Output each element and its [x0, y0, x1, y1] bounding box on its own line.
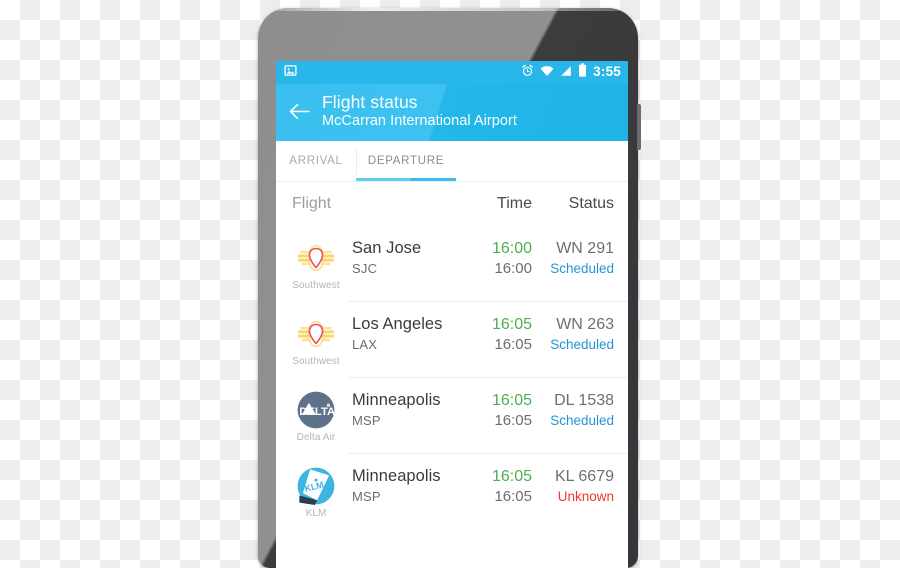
time-scheduled: 16:05 — [491, 392, 532, 409]
time-scheduled: 16:05 — [491, 316, 532, 333]
column-header-time: Time — [497, 195, 532, 212]
destination-cell: Los Angeles LAX — [348, 313, 458, 354]
destination-cell: San Jose SJC — [348, 237, 458, 278]
tab-departure-label: DEPARTURE — [367, 155, 445, 167]
phone-screen: 3:55 Flight status McCarran Internationa… — [276, 61, 628, 568]
time-cell: 16:00 16:00 — [458, 237, 532, 278]
airline-name: Southwest — [292, 356, 340, 367]
column-header-status: Status — [568, 195, 614, 212]
airline-cell: KLM — [284, 465, 348, 519]
destination-airport-code: MSP — [352, 489, 381, 504]
flight-number: KL 6679 — [554, 468, 614, 485]
destination-city: Minneapolis — [352, 391, 441, 409]
flight-row[interactable]: Southwest Los Angeles LAX 16:05 16:05 WN 263 S… — [276, 302, 628, 378]
flight-row[interactable]: KLM Minneapolis MSP 16:05 16:05 KL 6679 Unknow… — [276, 454, 628, 530]
status-badge: Scheduled — [550, 413, 614, 428]
status-bar: 3:55 — [276, 61, 628, 84]
destination-city: Minneapolis — [352, 467, 441, 485]
flight-number: WN 263 — [556, 316, 614, 333]
destination-cell: Minneapolis MSP — [348, 465, 458, 506]
destination-airport-code: SJC — [352, 261, 378, 276]
time-cell: 16:05 16:05 — [458, 313, 532, 354]
list-column-header: Flight Time Status — [276, 182, 628, 226]
tab-bar: ARRIVAL DEPARTURE — [276, 141, 628, 182]
cellular-signal-icon — [560, 64, 572, 82]
flight-row[interactable]: Southwest San Jose SJC 16:00 16:00 WN 291 Sche… — [276, 226, 628, 302]
power-button[interactable] — [637, 104, 641, 150]
photo-icon — [284, 64, 297, 82]
page-subtitle: McCarran International Airport — [322, 113, 517, 129]
time-estimated: 16:05 — [494, 488, 532, 505]
back-arrow-icon — [289, 103, 310, 119]
status-bar-system-icons: 3:55 — [521, 63, 621, 82]
destination-airport-code: LAX — [352, 337, 378, 352]
destination-cell: Minneapolis MSP — [348, 389, 458, 430]
status-badge: Scheduled — [550, 261, 614, 276]
status-cell: DL 1538 Scheduled — [532, 389, 614, 430]
status-cell: WN 291 Scheduled — [532, 237, 614, 278]
flight-number: WN 291 — [556, 240, 614, 257]
airline-name: Delta Air — [296, 432, 336, 443]
page-title: Flight status — [322, 92, 418, 112]
app-toolbar: Flight status McCarran International Air… — [276, 84, 628, 141]
wifi-icon — [540, 64, 554, 82]
status-badge: Scheduled — [550, 337, 614, 352]
time-estimated: 16:05 — [494, 336, 532, 353]
status-cell: KL 6679 Unknown — [532, 465, 614, 506]
status-cell: WN 263 Scheduled — [532, 313, 614, 354]
status-badge: Unknown — [557, 489, 614, 504]
toolbar-titles: Flight status McCarran International Air… — [322, 88, 517, 131]
tab-arrival[interactable]: ARRIVAL — [276, 141, 356, 181]
alarm-icon — [521, 64, 534, 82]
tab-selected-indicator — [356, 178, 456, 181]
time-estimated: 16:00 — [494, 260, 532, 277]
southwest-heart-logo — [297, 239, 335, 277]
status-bar-clock: 3:55 — [593, 64, 621, 80]
airline-cell: Southwest — [284, 313, 348, 367]
column-header-flight: Flight — [292, 195, 332, 212]
back-button[interactable] — [276, 88, 322, 134]
flight-number: DL 1538 — [554, 392, 614, 409]
tab-departure[interactable]: DEPARTURE — [356, 141, 456, 181]
destination-city: Los Angeles — [352, 315, 443, 333]
phone-device-frame: 3:55 Flight status McCarran Internationa… — [258, 8, 641, 568]
flight-row[interactable]: Delta Air Minneapolis MSP 16:05 16:05 DL 1538… — [276, 378, 628, 454]
time-cell: 16:05 16:05 — [458, 465, 532, 506]
status-bar-notifications — [284, 64, 297, 82]
delta-logo — [297, 391, 335, 429]
time-cell: 16:05 16:05 — [458, 389, 532, 430]
time-scheduled: 16:00 — [491, 240, 532, 257]
airline-name: Southwest — [292, 280, 340, 291]
destination-city: San Jose — [352, 239, 422, 257]
time-estimated: 16:05 — [494, 412, 532, 429]
destination-airport-code: MSP — [352, 413, 381, 428]
airline-name: KLM — [305, 508, 327, 519]
klm-logo — [297, 467, 335, 505]
battery-icon — [578, 63, 587, 82]
airline-cell: Southwest — [284, 237, 348, 291]
airline-cell: Delta Air — [284, 389, 348, 443]
southwest-heart-logo — [297, 315, 335, 353]
tab-arrival-label: ARRIVAL — [289, 155, 343, 167]
flight-list: Southwest San Jose SJC 16:00 16:00 WN 291 Sche… — [276, 226, 628, 530]
time-scheduled: 16:05 — [491, 468, 532, 485]
